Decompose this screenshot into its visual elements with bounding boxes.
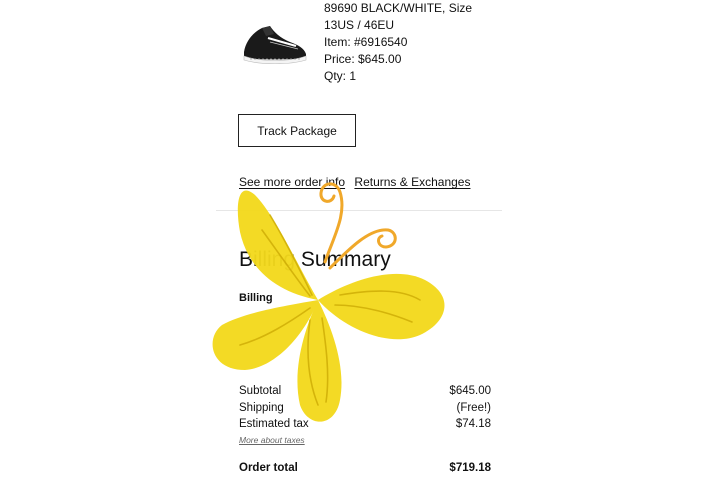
- subtotal-label: Subtotal: [239, 385, 282, 397]
- returns-exchanges-link[interactable]: Returns & Exchanges: [354, 175, 470, 189]
- shipping-label: Shipping: [239, 401, 284, 414]
- screen: 89690 BLACK/WHITE, Size 13US / 46EU Item…: [0, 0, 720, 480]
- order-detail-panel: 89690 BLACK/WHITE, Size 13US / 46EU Item…: [216, 0, 502, 480]
- product-quantity: Qty: 1: [324, 69, 357, 83]
- product-item-number: Item: #6916540: [324, 35, 408, 49]
- tax-value: $74.18: [455, 418, 491, 430]
- subtotal-value: $645.00: [449, 385, 491, 397]
- product-price: Price: $645.00: [324, 52, 402, 66]
- totals-list: Subtotal $645.00 Shipping (Free!) Estima…: [239, 383, 491, 447]
- order-links: See more order info Returns & Exchanges: [239, 175, 476, 189]
- more-about-taxes-link[interactable]: More about taxes: [239, 433, 491, 447]
- billing-summary-title: Billing Summary: [239, 248, 391, 271]
- tax-row: Estimated tax $74.18: [239, 416, 491, 433]
- order-total-label: Order total: [239, 462, 298, 474]
- order-total-row: Order total $719.18: [239, 462, 491, 474]
- section-divider: [216, 210, 502, 211]
- order-total-value: $719.18: [449, 462, 491, 474]
- product-image[interactable]: [240, 18, 310, 68]
- tax-label: Estimated tax: [239, 418, 309, 430]
- product-details: 89690 BLACK/WHITE, Size 13US / 46EU Item…: [324, 0, 496, 85]
- product-name[interactable]: 89690 BLACK/WHITE, Size 13US / 46EU: [324, 0, 496, 34]
- subtotal-row: Subtotal $645.00: [239, 383, 491, 400]
- track-package-button[interactable]: Track Package: [238, 114, 356, 147]
- billing-address-label: Billing: [239, 292, 273, 304]
- see-more-order-info-link[interactable]: See more order info: [239, 175, 345, 189]
- shipping-row: Shipping (Free!): [239, 400, 491, 417]
- shipping-value: (Free!): [456, 401, 492, 414]
